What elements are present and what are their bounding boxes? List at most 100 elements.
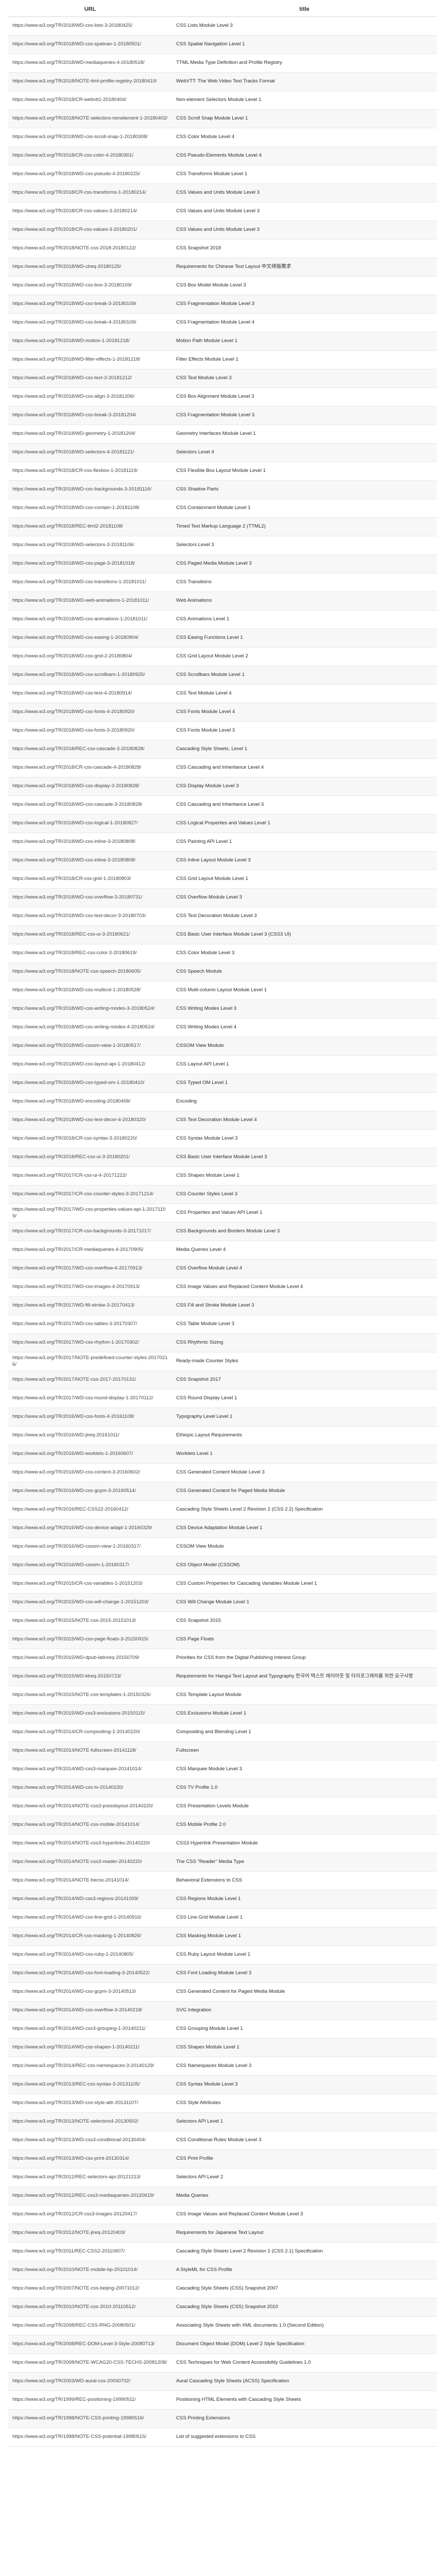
url-link[interactable]: https://www.w3.org/TR/1998/NOTE-CSS-prin… [12,2415,144,2421]
url-link[interactable]: https://www.w3.org/TR/2010/NOTE-css-2010… [12,2304,135,2310]
url-link[interactable]: https://www.w3.org/TR/2014/WD-css-font-l… [12,1970,150,1976]
url-link[interactable]: https://www.w3.org/TR/2015/NOTE-css-temp… [12,1692,151,1698]
url-link[interactable]: https://www.w3.org/TR/2018/NOTE-css-spee… [12,969,141,974]
url-link[interactable]: https://www.w3.org/TR/2013/NOTE-selector… [12,2119,139,2124]
url-link[interactable]: https://www.w3.org/TR/2018/WD-css-animat… [12,616,147,622]
url-link[interactable]: https://www.w3.org/TR/2016/WD-cssom-view… [12,1544,141,1549]
url-link[interactable]: https://www.w3.org/TR/2013/WD-css-style-… [12,2100,138,2106]
column-header-url[interactable]: URL [8,5,172,17]
url-link[interactable]: https://www.w3.org/TR/2017/WD-css-rhythm… [12,1340,139,1345]
url-link[interactable]: https://www.w3.org/TR/2018/WD-css-logica… [12,820,138,826]
url-link[interactable]: https://www.w3.org/TR/2018/WD-css-spatna… [12,41,141,47]
url-link[interactable]: https://www.w3.org/TR/2017/CR-css-backgr… [12,1228,151,1234]
url-link[interactable]: https://www.w3.org/TR/2013/WD-css-print-… [12,2156,129,2161]
url-link[interactable]: https://www.w3.org/TR/2011/REC-CSS2-2011… [12,2248,125,2254]
url-link[interactable]: https://www.w3.org/TR/2012/REC-css3-medi… [12,2193,154,2198]
url-link[interactable]: https://www.w3.org/TR/2017/NOTE-css-2017… [12,1377,136,1382]
url-link[interactable]: https://www.w3.org/TR/2017/WD-css-proper… [12,1207,165,1219]
url-link[interactable]: https://www.w3.org/TR/2018/WD-css-cascad… [12,802,142,807]
url-link[interactable]: https://www.w3.org/TR/2018/WD-encoding-2… [12,1098,130,1104]
url-link[interactable]: https://www.w3.org/TR/2018/WD-css-writin… [12,1024,155,1030]
url-link[interactable]: https://www.w3.org/TR/2013/WD-css3-condi… [12,2137,146,2143]
url-link[interactable]: https://www.w3.org/TR/2014/NOTE-fullscre… [12,1748,136,1753]
url-link[interactable]: https://www.w3.org/TR/2017/CR-css-ui-4-2… [12,1173,127,1178]
url-link[interactable]: https://www.w3.org/TR/2016/WD-css-conten… [12,1469,140,1475]
url-link[interactable]: https://www.w3.org/TR/2018/WD-clreq-2018… [12,264,121,269]
url-link[interactable]: https://www.w3.org/TR/2008/REC-CSS-RNG-2… [12,2323,135,2328]
url-link[interactable]: https://www.w3.org/TR/2015/WD-css-will-c… [12,1599,148,1605]
url-link[interactable]: https://www.w3.org/TR/2018/CR-css-transf… [12,190,146,195]
url-link[interactable]: https://www.w3.org/TR/2018/WD-css-easing… [12,635,139,640]
url-link[interactable]: https://www.w3.org/TR/2018/WD-css-overfl… [12,894,142,900]
url-link[interactable]: https://www.w3.org/TR/2008/REC-DOM-Level… [12,2341,155,2347]
url-link[interactable]: https://www.w3.org/TR/2017/NOTE-predefin… [12,1355,167,1367]
url-link[interactable]: https://www.w3.org/TR/2015/NOTE-css-2015… [12,1618,136,1623]
url-link[interactable]: https://www.w3.org/TR/2018/WD-motion-1-2… [12,338,130,344]
url-link[interactable]: https://www.w3.org/TR/2018/WD-css-inline… [12,857,135,863]
url-link[interactable]: https://www.w3.org/TR/2018/WD-css-contai… [12,505,140,511]
url-link[interactable]: https://www.w3.org/TR/2014/WD-css-overfl… [12,2007,142,2013]
url-link[interactable]: https://www.w3.org/TR/2018/WD-css-pseudo… [12,171,140,177]
url-link[interactable]: https://www.w3.org/TR/2018/WD-css-box-3-… [12,282,132,288]
url-link[interactable]: https://www.w3.org/TR/2018/WD-css-break-… [12,301,136,307]
url-link[interactable]: https://www.w3.org/TR/2012/CR-css3-image… [12,2211,137,2217]
url-link[interactable]: https://www.w3.org/TR/2016/WD-css-gcpm-3… [12,1488,136,1494]
url-link[interactable]: https://www.w3.org/TR/2014/WD-css-ruby-1… [12,1952,133,1957]
url-link[interactable]: https://www.w3.org/TR/2018/CR-css-color-… [12,152,133,158]
url-link[interactable]: https://www.w3.org/TR/2015/WD-css-page-f… [12,1636,148,1642]
url-link[interactable]: https://www.w3.org/TR/2017/WD-css-tables… [12,1321,137,1327]
url-link[interactable]: https://www.w3.org/TR/2013/REC-css-synta… [12,2081,140,2087]
url-link[interactable]: https://www.w3.org/TR/2014/NOTE-css-mobi… [12,1822,140,1827]
url-link[interactable]: https://www.w3.org/TR/2014/CR-compositin… [12,1729,140,1735]
url-link[interactable]: https://www.w3.org/TR/2014/WD-css3-group… [12,2026,145,2031]
url-link[interactable]: https://www.w3.org/TR/2018/REC-css-ui-3-… [12,1154,130,1160]
url-link[interactable]: https://www.w3.org/TR/2018/CR-css-cascad… [12,765,141,770]
url-link[interactable]: https://www.w3.org/TR/2018/WD-css-break-… [12,319,136,325]
url-link[interactable]: https://www.w3.org/TR/2018/CR-css-values… [12,208,137,214]
url-link[interactable]: https://www.w3.org/TR/2018/CR-css-flexbo… [12,468,138,473]
url-link[interactable]: https://www.w3.org/TR/2018/WD-css-fonts-… [12,709,134,715]
url-link[interactable]: https://www.w3.org/TR/2018/WD-css-displa… [12,783,139,789]
url-link[interactable]: https://www.w3.org/TR/2018/WD-css-text-d… [12,1117,146,1123]
url-link[interactable]: https://www.w3.org/TR/2014/NOTE-becss-20… [12,1877,129,1883]
url-link[interactable]: https://www.w3.org/TR/2016/WD-css-fonts-… [12,1414,134,1419]
url-link[interactable]: https://www.w3.org/TR/2018/WD-css-multic… [12,987,141,993]
url-link[interactable]: https://www.w3.org/TR/2018/WD-css-break-… [12,412,136,418]
url-link[interactable]: https://www.w3.org/TR/2018/WD-css-grid-2… [12,653,132,659]
url-link[interactable]: https://www.w3.org/TR/2018/WD-css-text-3… [12,375,132,381]
url-link[interactable]: https://www.w3.org/TR/1998/NOTE-CSS-pote… [12,2434,146,2439]
url-link[interactable]: https://www.w3.org/TR/2018/CR-webvtt1-20… [12,97,126,103]
url-link[interactable]: https://www.w3.org/TR/2017/WD-css-overfl… [12,1265,142,1271]
url-link[interactable]: https://www.w3.org/TR/2017/WD-fill-strok… [12,1302,134,1308]
url-link[interactable]: https://www.w3.org/TR/2007/NOTE-css-beij… [12,2285,139,2291]
url-link[interactable]: https://www.w3.org/TR/2018/WD-css-page-3… [12,561,135,566]
url-link[interactable]: https://www.w3.org/TR/2014/NOTE-css3-hyp… [12,1840,150,1846]
url-link[interactable]: https://www.w3.org/TR/2014/NOTE-css3-rea… [12,1859,142,1865]
url-link[interactable]: https://www.w3.org/TR/2018/WD-css-backgr… [12,486,151,492]
url-link[interactable]: https://www.w3.org/TR/2018/WD-css-typed-… [12,1080,144,1086]
url-link[interactable]: https://www.w3.org/TR/2018/NOTE-selector… [12,115,167,121]
url-link[interactable]: https://www.w3.org/TR/2014/WD-css-shapes… [12,2044,140,2050]
url-link[interactable]: https://www.w3.org/TR/2018/CR-css-syntax… [12,1136,137,1141]
url-link[interactable]: https://www.w3.org/TR/2018/REC-css-casca… [12,746,144,752]
url-link[interactable]: https://www.w3.org/TR/2014/WD-css-line-g… [12,1914,142,1920]
url-link[interactable]: https://www.w3.org/TR/2014/WD-css-gcpm-3… [12,1989,136,1994]
url-link[interactable]: https://www.w3.org/TR/2015/WD-dpub-latin… [12,1655,139,1660]
url-link[interactable]: https://www.w3.org/TR/2015/WD-klreq-2015… [12,1673,121,1679]
url-link[interactable]: https://www.w3.org/TR/2018/NOTE-css-2018… [12,245,136,251]
url-link[interactable]: https://www.w3.org/TR/2017/WD-css-images… [12,1284,140,1290]
url-link[interactable]: https://www.w3.org/TR/2018/WD-selectors-… [12,449,134,455]
url-link[interactable]: https://www.w3.org/TR/2012/REC-selectors… [12,2174,141,2180]
url-link[interactable]: https://www.w3.org/TR/2018/REC-css-color… [12,950,137,956]
url-link[interactable]: https://www.w3.org/TR/2014/REC-css-names… [12,2063,154,2069]
url-link[interactable]: https://www.w3.org/TR/2018/WD-css-layout… [12,1061,145,1067]
url-link[interactable]: https://www.w3.org/TR/2016/REC-CSS22-201… [12,1506,128,1512]
url-link[interactable]: https://www.w3.org/TR/2014/CR-css-maskin… [12,1933,141,1939]
url-link[interactable]: https://www.w3.org/TR/2014/WD-css-tv-201… [12,1785,123,1790]
url-link[interactable]: https://www.w3.org/TR/2018/WD-selectors-… [12,542,134,548]
url-link[interactable]: https://www.w3.org/TR/2016/WD-cssom-1-20… [12,1562,129,1568]
url-link[interactable]: https://www.w3.org/TR/2018/WD-css-text-4… [12,690,132,696]
url-link[interactable]: https://www.w3.org/TR/1999/REC-positioni… [12,2397,136,2402]
url-link[interactable]: https://www.w3.org/TR/2018/WD-filter-eff… [12,357,140,362]
url-link[interactable]: https://www.w3.org/TR/2016/WD-css-device… [12,1525,152,1531]
